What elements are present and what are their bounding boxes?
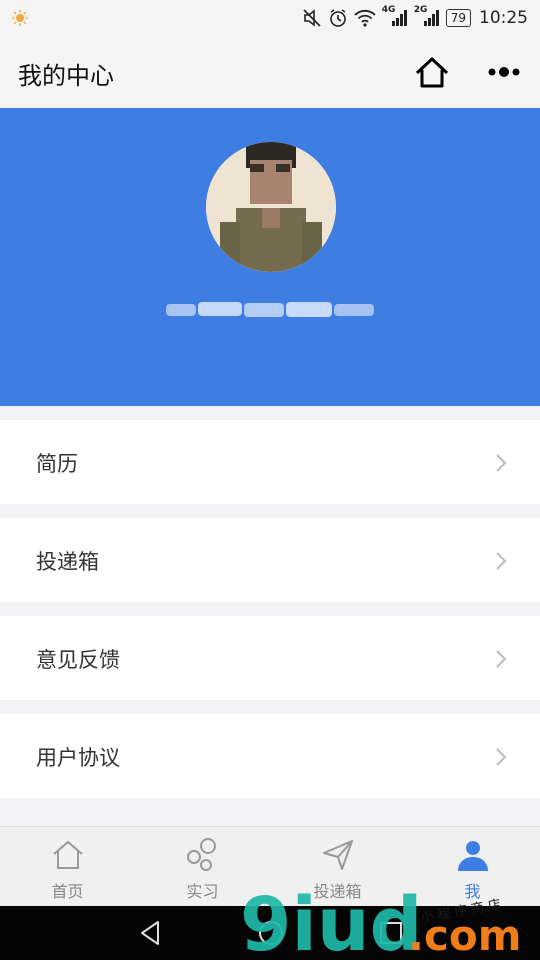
menu-item-user-agreement[interactable]: 用户协议	[0, 714, 540, 798]
menu-item-resume[interactable]: 简历	[0, 420, 540, 504]
home-outline-icon	[52, 841, 83, 869]
bubbles-icon	[186, 838, 216, 871]
wifi-icon	[354, 9, 376, 27]
menu-item-label: 意见反馈	[36, 648, 120, 672]
page-title: 我的中心	[18, 62, 114, 90]
menu-item-feedback[interactable]: 意见反馈	[0, 616, 540, 700]
home-icon[interactable]	[412, 54, 452, 92]
menu-item-label: 简历	[36, 452, 78, 476]
profile-header	[0, 108, 540, 406]
status-time: 10:25	[479, 8, 528, 28]
home-circle-icon[interactable]	[256, 918, 286, 948]
chevron-right-icon	[496, 552, 507, 570]
tab-bar: 首页 实习 投递箱 我	[0, 826, 540, 906]
avatar[interactable]	[206, 142, 336, 272]
tab-label: 投递箱	[313, 882, 362, 901]
signal-4g-icon: 4G	[382, 5, 408, 28]
menu-item-outbox[interactable]: 投递箱	[0, 518, 540, 602]
battery-indicator: 79	[445, 9, 471, 27]
chevron-right-icon	[496, 454, 507, 472]
username-blurred	[166, 302, 374, 317]
nav-bar: 我的中心	[0, 36, 540, 108]
paper-plane-icon	[322, 840, 353, 870]
tab-me[interactable]: 我	[405, 827, 540, 907]
user-icon	[457, 841, 488, 871]
menu-item-label: 用户协议	[36, 746, 120, 770]
back-icon[interactable]	[136, 918, 166, 948]
avatar-image	[206, 142, 336, 272]
tab-outbox[interactable]: 投递箱	[270, 827, 405, 907]
chevron-right-icon	[496, 650, 507, 668]
brightness-icon	[12, 10, 28, 26]
tab-home[interactable]: 首页	[0, 827, 135, 907]
recents-icon[interactable]	[376, 918, 406, 948]
more-options-icon[interactable]	[484, 58, 524, 86]
status-bar: 4G 2G 79 10:25	[0, 0, 540, 36]
mute-icon	[303, 9, 321, 27]
alarm-icon	[329, 9, 346, 27]
tab-label: 实习	[186, 882, 219, 901]
tab-internship[interactable]: 实习	[135, 827, 270, 907]
chevron-right-icon	[496, 748, 507, 766]
tab-label: 首页	[51, 882, 84, 901]
menu-item-label: 投递箱	[36, 550, 99, 574]
signal-2g-icon: 2G	[414, 5, 440, 28]
menu-list: 简历 投递箱 意见反馈 用户协议	[0, 420, 540, 812]
